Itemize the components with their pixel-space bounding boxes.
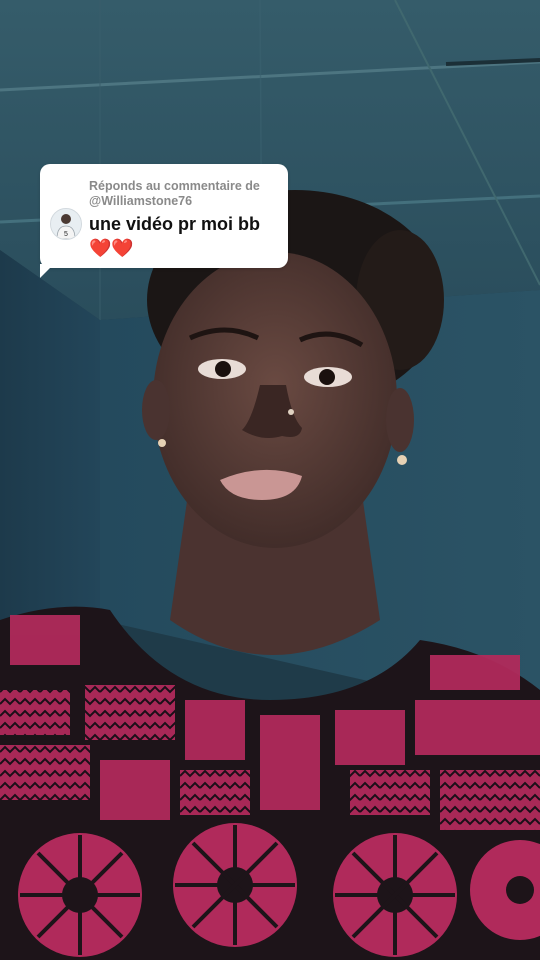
reply-comment-card[interactable]: Réponds au commentaire de @Williamstone7… (40, 164, 288, 278)
video-frame[interactable] (0, 0, 540, 960)
reply-username[interactable]: @Williamstone76 (89, 194, 279, 209)
svg-text:5: 5 (64, 231, 68, 238)
avatar[interactable]: 5 (50, 208, 82, 240)
card-tail (40, 264, 54, 278)
comment-text: une vidéo pr moi bb ❤️❤️ (89, 212, 284, 260)
reply-header-label: Réponds au commentaire de (89, 179, 260, 193)
video-background (0, 0, 540, 960)
comment-body: une vidéo pr moi bb (89, 214, 261, 234)
comment-emoji: ❤️❤️ (89, 238, 134, 258)
avatar-photo-icon: 5 (51, 209, 81, 239)
reply-header: Réponds au commentaire de @Williamstone7… (89, 179, 279, 209)
